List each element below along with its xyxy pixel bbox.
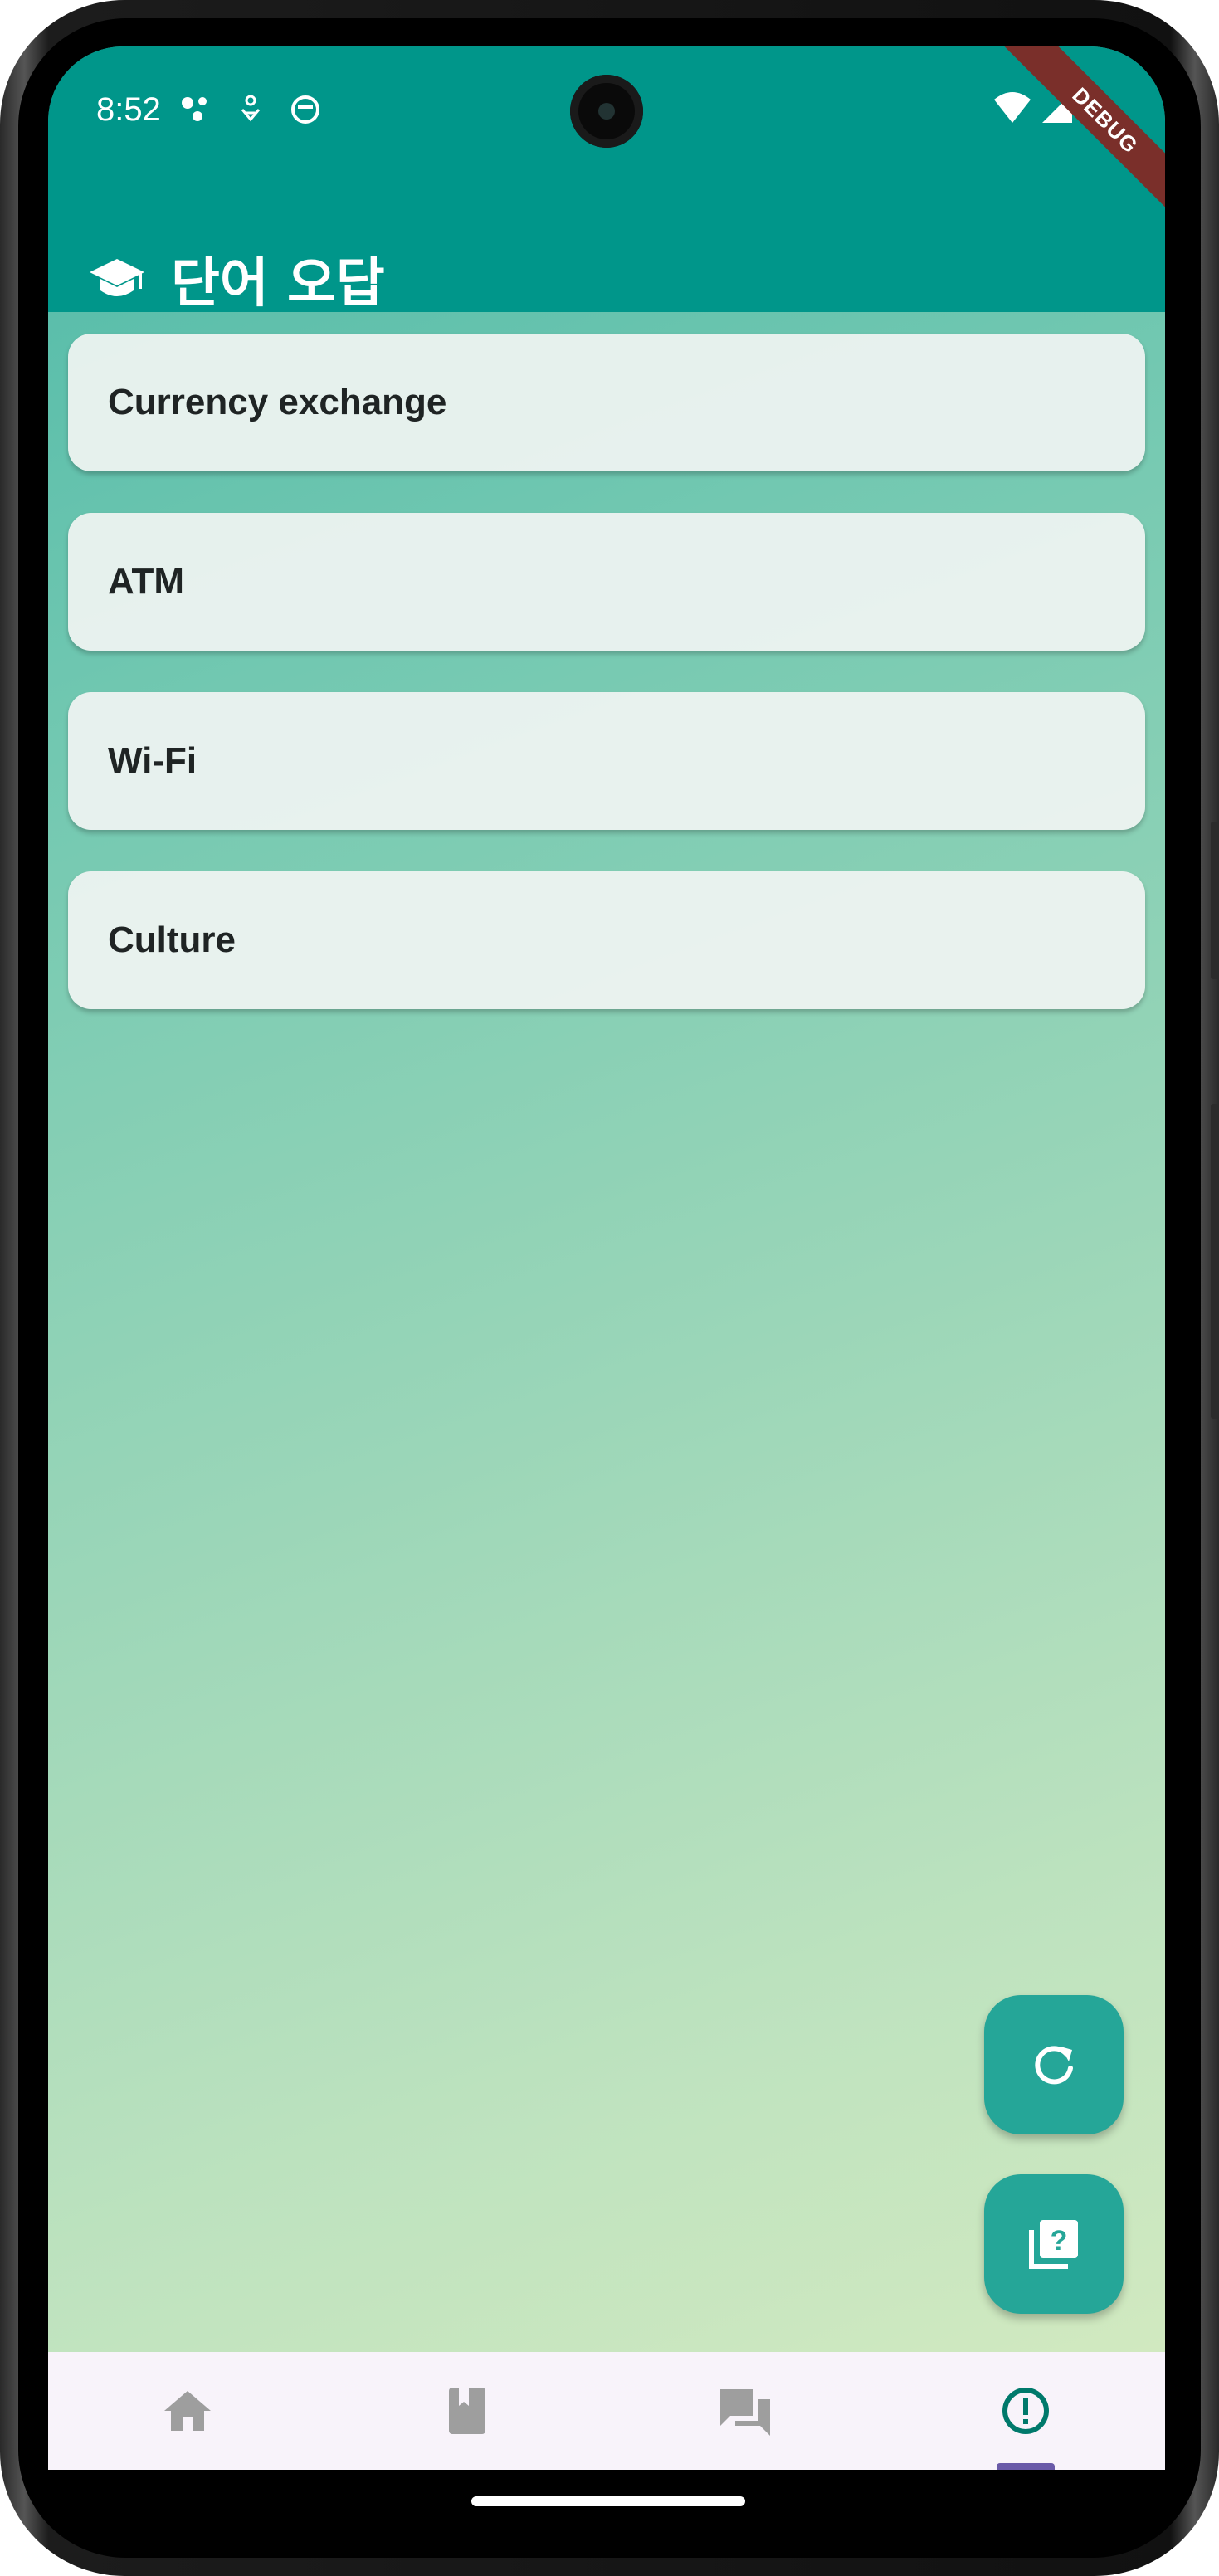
assistant-dots-icon — [182, 97, 207, 121]
chat-icon — [720, 2389, 771, 2436]
word-label: Wi-Fi — [108, 740, 197, 781]
graduation-cap-icon — [90, 259, 144, 296]
word-card[interactable]: Culture — [68, 871, 1145, 1009]
nav-wrong-answers[interactable] — [886, 2352, 1166, 2470]
word-card[interactable]: Currency exchange — [68, 334, 1145, 471]
android-face-icon — [291, 95, 319, 124]
wifi-icon — [994, 92, 1031, 123]
word-card[interactable]: Wi-Fi — [68, 692, 1145, 830]
home-gesture-bar[interactable] — [471, 2496, 745, 2506]
app-title-row: 단어 오답 — [88, 246, 385, 315]
nav-home[interactable] — [48, 2352, 328, 2470]
error-outline-icon — [1002, 2388, 1049, 2434]
volume-button — [1211, 1104, 1219, 1419]
phone-frame: 8:52 DEBUG 단어 오답 Currency exchange ATM W… — [0, 0, 1219, 2576]
quiz-button[interactable]: ? — [984, 2174, 1124, 2314]
nav-chat[interactable] — [607, 2352, 886, 2470]
word-label: Culture — [108, 920, 236, 960]
power-button — [1211, 822, 1219, 979]
word-label: Currency exchange — [108, 382, 447, 422]
status-time: 8:52 — [96, 91, 161, 128]
word-card[interactable]: ATM — [68, 513, 1145, 651]
nav-book[interactable] — [328, 2352, 607, 2470]
word-label: ATM — [108, 561, 185, 602]
svg-text:?: ? — [1051, 2225, 1068, 2256]
accessibility-icon — [241, 95, 261, 122]
book-icon — [448, 2388, 485, 2434]
bottom-navigation — [48, 2352, 1165, 2470]
app-bar: 8:52 DEBUG 단어 오답 — [48, 46, 1165, 315]
page-title: 단어 오답 — [171, 253, 385, 315]
quiz-icon: ? — [1029, 2220, 1078, 2269]
notification-icons — [179, 93, 322, 126]
wrong-words-list: Currency exchange ATM Wi-Fi Culture — [68, 334, 1145, 1051]
app-screen: 8:52 DEBUG 단어 오답 Currency exchange ATM W… — [48, 46, 1165, 2470]
home-icon — [164, 2391, 212, 2431]
refresh-button[interactable] — [984, 1995, 1124, 2134]
nav-selected-indicator — [996, 2463, 1055, 2470]
debug-banner: DEBUG — [1003, 46, 1165, 222]
refresh-icon — [1035, 2046, 1073, 2085]
front-camera — [570, 75, 643, 148]
